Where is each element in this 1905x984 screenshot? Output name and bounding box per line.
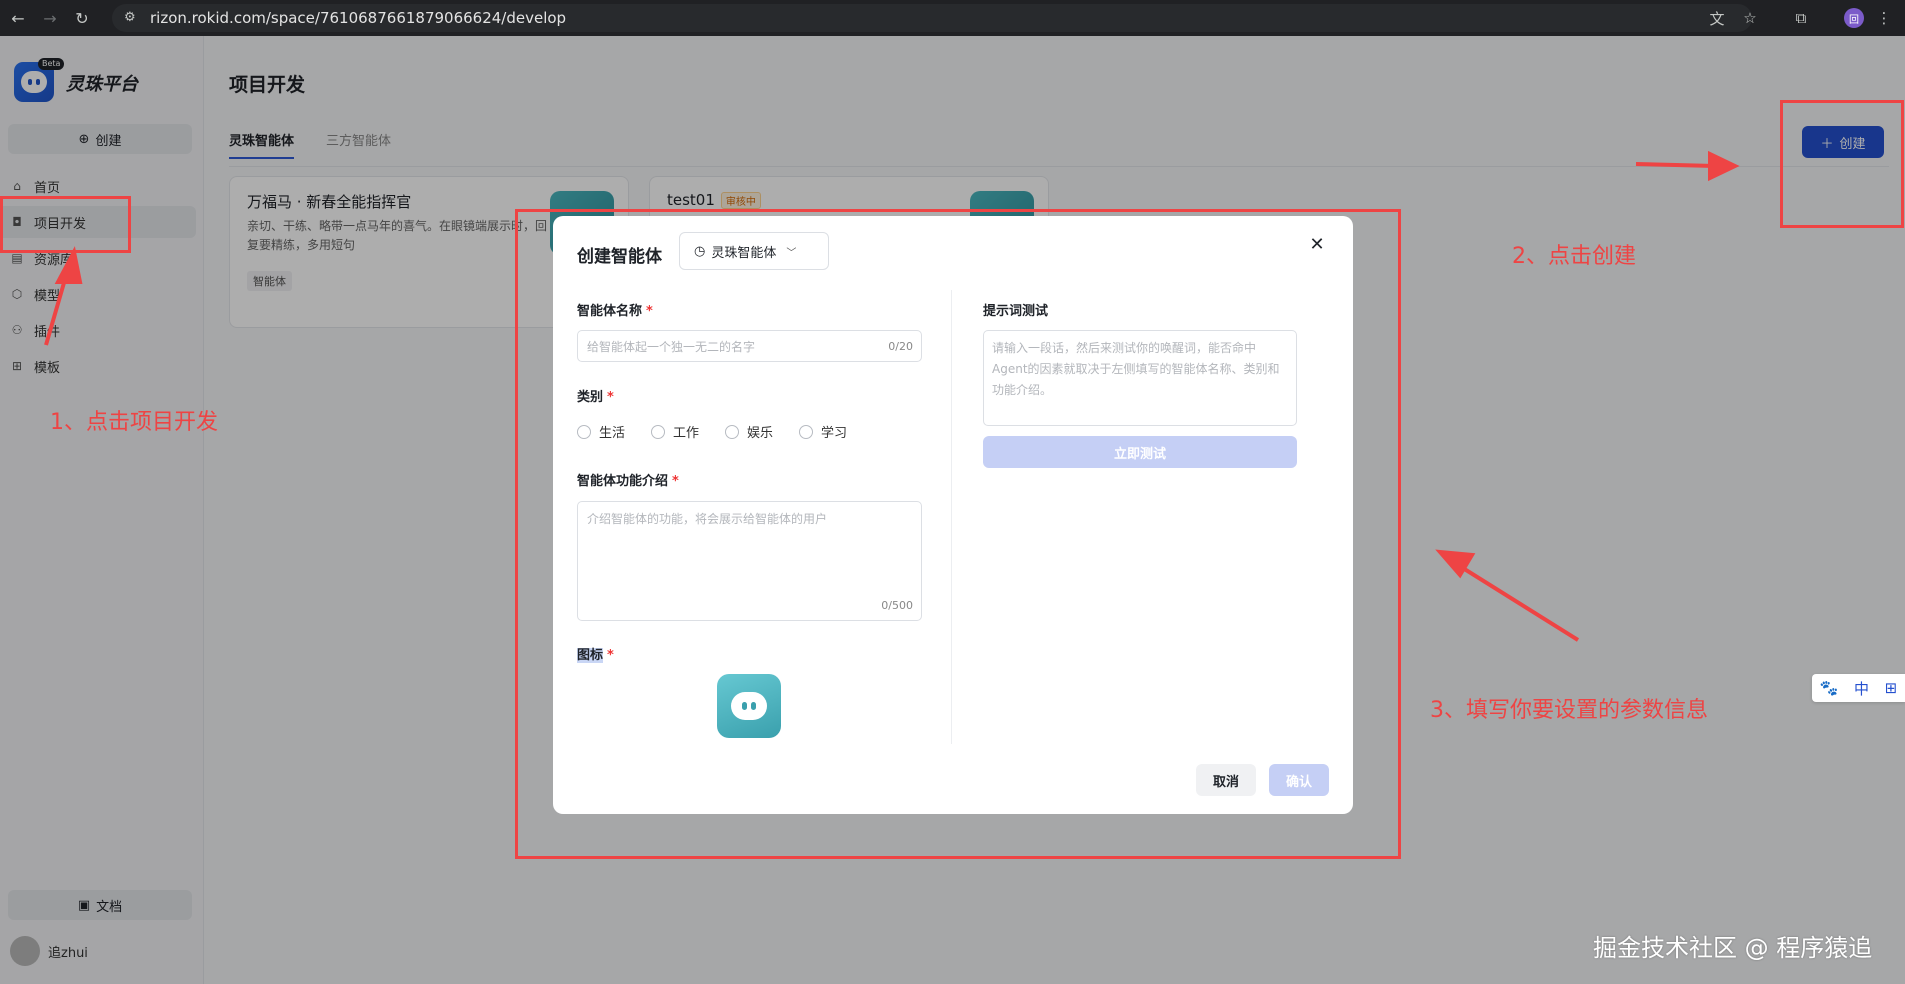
ime-logo-icon: 🐾	[1819, 679, 1839, 697]
forward-icon[interactable]: →	[36, 4, 64, 32]
address-bar[interactable]: ⚙ rizon.rokid.com/space/7610687661879066…	[112, 4, 1752, 32]
back-icon[interactable]: ←	[4, 4, 32, 32]
browser-toolbar: ← → ↻ ⚙ rizon.rokid.com/space/7610687661…	[0, 0, 1905, 36]
ime-language-toggle[interactable]: 中	[1854, 678, 1869, 699]
profile-avatar[interactable]: 回	[1844, 8, 1864, 28]
menu-icon[interactable]: ⋮	[1872, 6, 1896, 30]
star-icon[interactable]: ☆	[1738, 6, 1762, 30]
reload-icon[interactable]: ↻	[68, 4, 96, 32]
annotation-box-project-dev	[0, 196, 131, 253]
annotation-step1: 1、点击项目开发	[50, 410, 218, 435]
url-text: rizon.rokid.com/space/761068766187906662…	[150, 9, 567, 27]
site-info-icon[interactable]: ⚙	[124, 10, 136, 25]
ime-toolbar[interactable]: 🐾 中 ⊞	[1812, 674, 1905, 702]
annotation-box-create	[1780, 100, 1904, 228]
annotation-box-modal	[515, 209, 1401, 859]
translate-icon[interactable]: 文	[1705, 6, 1729, 30]
grid-icon[interactable]: ⊞	[1885, 679, 1898, 697]
annotation-step3: 3、填写你要设置的参数信息	[1430, 698, 1708, 723]
annotation-step2: 2、点击创建	[1512, 244, 1636, 269]
extensions-icon[interactable]: ⧉	[1789, 6, 1813, 30]
watermark: 掘金技术社区 @ 程序猿追	[1593, 934, 1873, 962]
